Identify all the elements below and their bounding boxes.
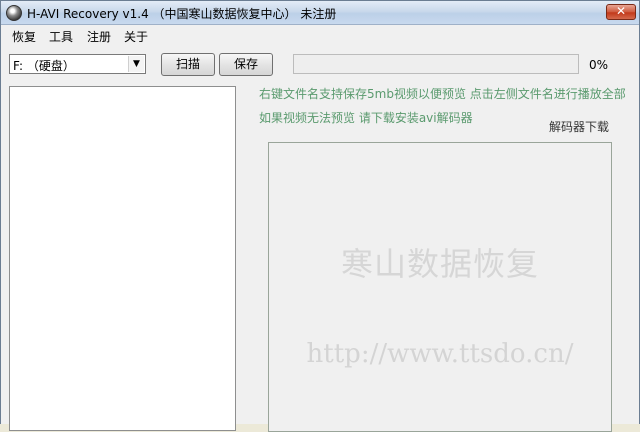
preview-panel: 寒山数据恢复 http://www.ttsdo.cn/ [268, 142, 612, 432]
title-bar[interactable]: H-AVI Recovery v1.4 （中国寒山数据恢复中心） 未注册 ✕ [1, 1, 639, 25]
app-disc-icon[interactable] [6, 5, 22, 21]
menu-tools[interactable]: 工具 [48, 28, 74, 45]
file-list[interactable] [9, 86, 236, 431]
scan-button[interactable]: 扫描 [161, 53, 215, 76]
hint-line-2: 如果视频无法预览 请下载安装avi解码器 [259, 111, 473, 125]
drive-select[interactable]: F: （硬盘） ▼ [9, 54, 146, 74]
menu-register[interactable]: 注册 [86, 28, 112, 45]
close-button[interactable]: ✕ [606, 4, 636, 20]
progress-percent: 0% [589, 58, 609, 72]
watermark-url: http://www.ttsdo.cn/ [306, 339, 574, 369]
menu-bar: 恢复 工具 注册 关于 [1, 26, 639, 45]
chevron-down-icon[interactable]: ▼ [128, 56, 144, 72]
decoder-download-link[interactable]: 解码器下载 [549, 118, 609, 135]
menu-about[interactable]: 关于 [123, 28, 149, 45]
window-title: H-AVI Recovery v1.4 （中国寒山数据恢复中心） 未注册 [27, 7, 337, 21]
save-button[interactable]: 保存 [219, 53, 273, 76]
drive-select-value: F: （硬盘） [13, 59, 75, 73]
menu-recover[interactable]: 恢复 [11, 28, 37, 45]
main-window: H-AVI Recovery v1.4 （中国寒山数据恢复中心） 未注册 ✕ 恢… [0, 0, 640, 432]
hint-line-1: 右键文件名支持保存5mb视频以便预览 点击左侧文件名进行播放全部 [259, 87, 626, 101]
progress-bar [293, 54, 579, 74]
watermark-title: 寒山数据恢复 [340, 245, 539, 283]
